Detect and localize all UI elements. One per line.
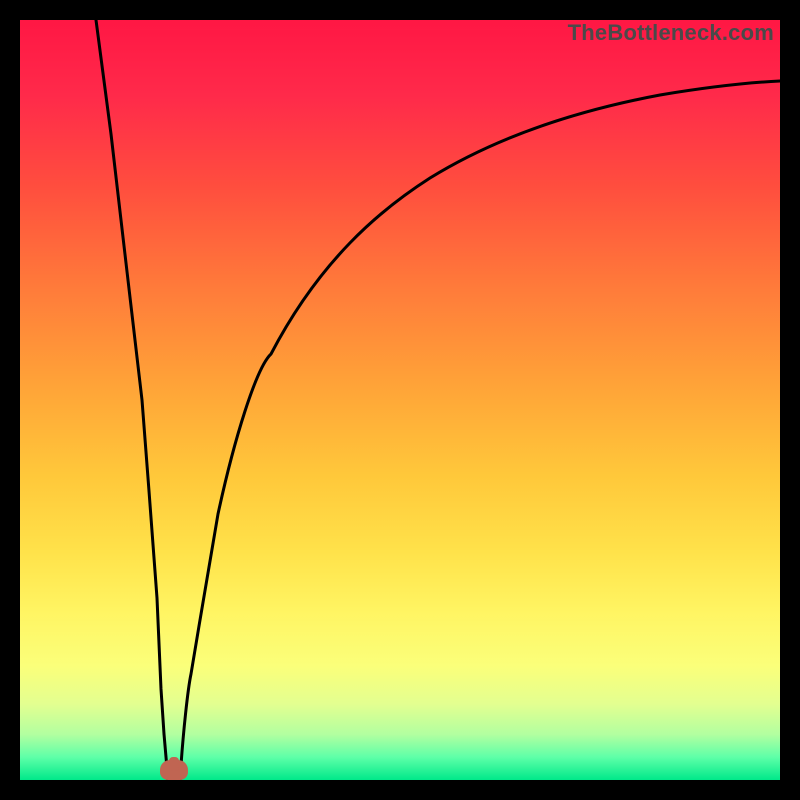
- curve-left-branch: [96, 20, 168, 780]
- curve-layer: [20, 20, 780, 780]
- curve-right-branch: [180, 81, 780, 780]
- plot-area: TheBottleneck.com: [20, 20, 780, 780]
- vertex-marker: [160, 760, 188, 780]
- vertex-marker-notch: [170, 760, 178, 770]
